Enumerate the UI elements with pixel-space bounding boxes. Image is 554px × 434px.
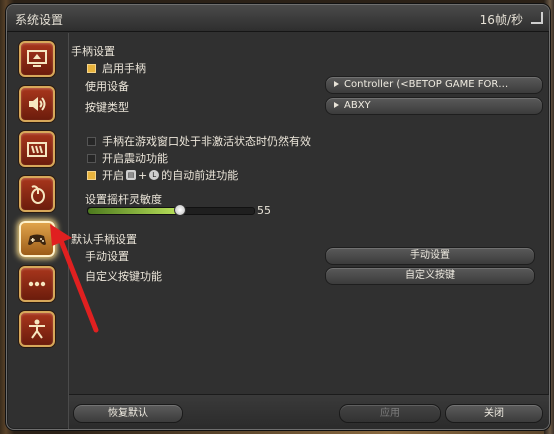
close-label: 关闭 [484, 408, 504, 419]
device-dropdown-value: Controller (<BETOP GAME FOR… [344, 79, 509, 90]
button-type-label: 按键类型 [85, 101, 129, 114]
custom-keys-button[interactable]: 自定义按键 [325, 267, 535, 285]
character-icon [29, 319, 45, 339]
speaker-icon [29, 97, 46, 111]
device-dropdown[interactable]: Controller (<BETOP GAME FOR… [325, 76, 543, 94]
inactive-window-row[interactable]: 手柄在游戏窗口处于非激活状态时仍然有效 [87, 133, 311, 149]
vibration-label: 开启震动功能 [102, 152, 168, 165]
window-title: 系统设置 [15, 13, 64, 27]
button-type-dropdown[interactable]: ABXY [325, 97, 543, 115]
custom-keys-label: 自定义按键功能 [85, 270, 162, 283]
dropdown-arrow-icon [334, 102, 339, 108]
manual-setup-label: 手动设置 [85, 250, 129, 263]
auto-run-row[interactable]: 开启 ▤ + L 的自动前进功能 [87, 167, 238, 183]
sidebar-item-gamepad[interactable] [19, 221, 55, 257]
sidebar-item-mouse[interactable] [19, 176, 55, 212]
footer-bar: 恢复默认 应用 关闭 [69, 394, 549, 429]
auto-run-plus: + [138, 168, 148, 182]
inactive-window-checkbox[interactable] [87, 136, 96, 146]
settings-sidebar [15, 41, 55, 356]
hotbar-icon [27, 142, 47, 157]
monitor-icon [27, 50, 47, 67]
title-bar[interactable]: 系统设置 16帧/秒 [7, 5, 549, 32]
enable-gamepad-row[interactable]: 启用手柄 [87, 60, 146, 76]
sidebar-item-character[interactable] [19, 311, 55, 347]
restore-defaults-button[interactable]: 恢复默认 [73, 404, 183, 423]
auto-run-suffix: 的自动前进功能 [161, 169, 239, 182]
sidebar-item-hotbar[interactable] [19, 131, 55, 167]
vibration-checkbox[interactable] [87, 153, 96, 163]
enable-gamepad-checkbox[interactable] [87, 63, 96, 73]
fps-counter: 16帧/秒 [479, 13, 523, 27]
restore-defaults-label: 恢复默认 [108, 408, 148, 419]
enable-gamepad-label: 启用手柄 [102, 62, 146, 75]
sidebar-item-display[interactable] [19, 41, 55, 77]
mouse-icon [31, 185, 45, 204]
more-icon [28, 281, 46, 287]
button-type-dropdown-value: ABXY [344, 100, 371, 111]
default-settings-title: 默认手柄设置 [71, 233, 137, 246]
select-button-icon: ▤ [126, 170, 136, 180]
close-button[interactable]: 关闭 [445, 404, 543, 423]
resize-icon[interactable] [531, 12, 543, 24]
gamepad-settings-title: 手柄设置 [71, 45, 115, 58]
sensitivity-value: 55 [257, 204, 271, 217]
sensitivity-label: 设置摇杆灵敏度 [85, 193, 162, 206]
gamepad-icon [28, 234, 46, 245]
sensitivity-slider-fill [88, 208, 180, 214]
sensitivity-slider[interactable] [87, 204, 255, 216]
left-stick-icon: L [149, 170, 160, 180]
apply-button[interactable]: 应用 [339, 404, 441, 423]
sidebar-item-other[interactable] [19, 266, 55, 302]
system-settings-window: 系统设置 16帧/秒 手柄设置 启用手柄 使用设备 Controller (<B… [6, 4, 550, 430]
sensitivity-slider-handle[interactable] [174, 204, 187, 216]
auto-run-checkbox[interactable] [87, 170, 96, 180]
sidebar-item-sound[interactable] [19, 86, 55, 122]
sidebar-divider [68, 33, 69, 429]
device-label: 使用设备 [85, 80, 129, 93]
vibration-row[interactable]: 开启震动功能 [87, 150, 168, 166]
dropdown-arrow-icon [334, 81, 339, 87]
apply-label: 应用 [380, 408, 400, 419]
inactive-window-label: 手柄在游戏窗口处于非激活状态时仍然有效 [102, 135, 311, 148]
manual-setup-button[interactable]: 手动设置 [325, 247, 535, 265]
auto-run-prefix: 开启 [102, 169, 124, 182]
